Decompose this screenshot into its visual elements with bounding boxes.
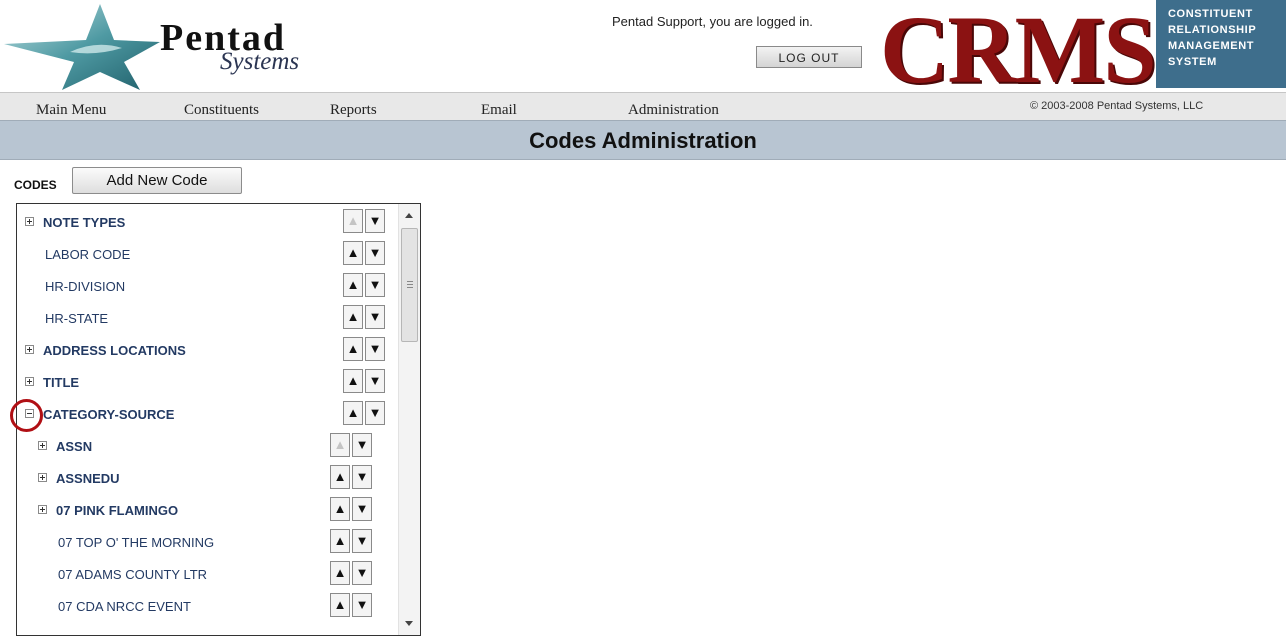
- expand-plus-icon[interactable]: [38, 505, 47, 514]
- login-status-text: Pentad Support, you are logged in.: [612, 14, 813, 29]
- code-label[interactable]: 07 TOP O' THE MORNING: [58, 535, 214, 550]
- move-up-button[interactable]: ▲: [343, 241, 363, 265]
- move-up-button: ▲: [330, 433, 350, 457]
- code-label[interactable]: 07 CDA NRCC EVENT: [58, 599, 191, 614]
- code-label[interactable]: 07 ADAMS COUNTY LTR: [58, 567, 207, 582]
- move-up-button[interactable]: ▲: [343, 273, 363, 297]
- code-row[interactable]: HR-STATE ▲ ▼: [17, 302, 397, 334]
- move-down-button[interactable]: ▼: [365, 273, 385, 297]
- copyright-text: © 2003-2008 Pentad Systems, LLC: [1030, 100, 1204, 112]
- move-down-button[interactable]: ▼: [352, 465, 372, 489]
- move-up-button[interactable]: ▲: [330, 465, 350, 489]
- code-label[interactable]: HR-DIVISION: [45, 279, 125, 294]
- code-label[interactable]: HR-STATE: [45, 311, 108, 326]
- code-label[interactable]: CATEGORY-SOURCE: [43, 407, 174, 422]
- grip-line: [407, 284, 413, 285]
- code-label[interactable]: ASSNEDU: [56, 471, 120, 486]
- code-label[interactable]: ADDRESS LOCATIONS: [43, 343, 186, 358]
- move-up-button: ▲: [343, 209, 363, 233]
- move-down-button[interactable]: ▼: [352, 593, 372, 617]
- move-down-button[interactable]: ▼: [352, 561, 372, 585]
- crms-logo-text: CRMS: [880, 0, 1157, 103]
- code-row[interactable]: ADDRESS LOCATIONS ▲ ▼: [17, 334, 397, 366]
- move-down-button[interactable]: ▼: [365, 401, 385, 425]
- nav-item-main-menu[interactable]: Main Menu: [36, 102, 106, 119]
- move-down-button[interactable]: ▼: [352, 497, 372, 521]
- code-row[interactable]: 07 TOP O' THE MORNING ▲ ▼: [17, 526, 397, 558]
- move-down-button[interactable]: ▼: [365, 305, 385, 329]
- pentad-star-logo-icon: [4, 4, 160, 90]
- page-title: Codes Administration: [529, 128, 757, 153]
- move-up-button[interactable]: ▲: [343, 369, 363, 393]
- header: Pentad Systems Pentad Support, you are l…: [0, 0, 1286, 103]
- code-row[interactable]: 07 PINK FLAMINGO ▲ ▼: [17, 494, 397, 526]
- grip-line: [407, 281, 413, 282]
- code-row[interactable]: NOTE TYPES ▲ ▼: [17, 206, 397, 238]
- code-row[interactable]: ASSN ▲ ▼: [17, 430, 397, 462]
- move-up-button[interactable]: ▲: [330, 497, 350, 521]
- codes-label: CODES: [14, 178, 57, 192]
- crms-tagline-box: CONSTITUENT RELATIONSHIP MANAGEMENT SYST…: [1156, 0, 1286, 88]
- move-up-button[interactable]: ▲: [343, 401, 363, 425]
- expand-plus-icon[interactable]: [25, 345, 34, 354]
- scroll-up-arrow-icon[interactable]: [405, 213, 413, 218]
- code-label[interactable]: ASSN: [56, 439, 92, 454]
- code-row[interactable]: ASSNEDU ▲ ▼: [17, 462, 397, 494]
- highlight-circle-annotation: [10, 399, 43, 432]
- codes-scrollbar[interactable]: [398, 204, 420, 635]
- nav-item-administration[interactable]: Administration: [628, 102, 719, 119]
- crms-tagline-line: MANAGEMENT: [1168, 40, 1255, 52]
- scroll-down-arrow-icon[interactable]: [405, 621, 413, 626]
- codes-tree-panel: NOTE TYPES ▲ ▼ LABOR CODE ▲ ▼ HR-DIVISION ▲ ▼ HR-…: [16, 203, 421, 636]
- nav-item-reports[interactable]: Reports: [330, 102, 377, 119]
- expand-plus-icon[interactable]: [38, 441, 47, 450]
- move-down-button[interactable]: ▼: [365, 337, 385, 361]
- add-new-code-button[interactable]: Add New Code: [72, 167, 242, 194]
- move-up-button[interactable]: ▲: [343, 305, 363, 329]
- code-label[interactable]: TITLE: [43, 375, 79, 390]
- crms-tagline-line: RELATIONSHIP: [1168, 24, 1257, 36]
- move-down-button[interactable]: ▼: [365, 369, 385, 393]
- expand-plus-icon[interactable]: [25, 217, 34, 226]
- code-label[interactable]: NOTE TYPES: [43, 215, 125, 230]
- move-up-button[interactable]: ▲: [330, 593, 350, 617]
- move-up-button[interactable]: ▲: [330, 529, 350, 553]
- main-nav: Main Menu Constituents Reports Email Adm…: [0, 92, 1286, 121]
- move-down-button[interactable]: ▼: [352, 529, 372, 553]
- scroll-thumb[interactable]: [401, 228, 418, 342]
- expand-plus-icon[interactable]: [25, 377, 34, 386]
- code-row[interactable]: TITLE ▲ ▼: [17, 366, 397, 398]
- code-label[interactable]: 07 PINK FLAMINGO: [56, 503, 178, 518]
- crms-tagline-line: CONSTITUENT: [1168, 8, 1253, 20]
- move-up-button[interactable]: ▲: [330, 561, 350, 585]
- logout-button[interactable]: LOG OUT: [756, 46, 862, 68]
- code-label[interactable]: LABOR CODE: [45, 247, 130, 262]
- crms-tagline-line: SYSTEM: [1168, 56, 1217, 68]
- systems-logo-text: Systems: [220, 48, 300, 75]
- code-row[interactable]: CATEGORY-SOURCE ▲ ▼: [17, 398, 397, 430]
- nav-item-email[interactable]: Email: [481, 102, 517, 119]
- code-row[interactable]: LABOR CODE ▲ ▼: [17, 238, 397, 270]
- move-down-button[interactable]: ▼: [365, 209, 385, 233]
- content-area: [430, 160, 1286, 642]
- move-down-button[interactable]: ▼: [365, 241, 385, 265]
- grip-line: [407, 287, 413, 288]
- code-row[interactable]: 07 CDA NRCC EVENT ▲ ▼: [17, 590, 397, 622]
- move-up-button[interactable]: ▲: [343, 337, 363, 361]
- page-title-bar: Codes Administration: [0, 120, 1286, 160]
- move-down-button[interactable]: ▼: [352, 433, 372, 457]
- expand-plus-icon[interactable]: [38, 473, 47, 482]
- code-row[interactable]: 07 ADAMS COUNTY LTR ▲ ▼: [17, 558, 397, 590]
- code-row[interactable]: HR-DIVISION ▲ ▼: [17, 270, 397, 302]
- nav-item-constituents[interactable]: Constituents: [184, 102, 259, 119]
